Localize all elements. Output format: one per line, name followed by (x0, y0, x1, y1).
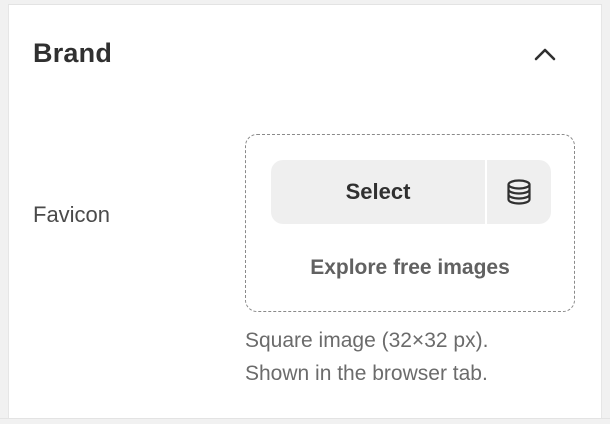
explore-free-images-link[interactable]: Explore free images (246, 256, 574, 280)
favicon-dropzone[interactable]: Select Explore free images (245, 134, 575, 312)
database-icon (507, 179, 531, 205)
section-title: Brand (33, 38, 113, 68)
bottom-divider (0, 418, 610, 424)
brand-settings-panel: Brand Favicon Select Explore free images… (8, 5, 602, 418)
help-text-line: Square image (32×32 px). (245, 329, 489, 352)
brand-section-header[interactable]: Brand (9, 5, 601, 105)
favicon-help-text: Square image (32×32 px). Shown in the br… (245, 324, 488, 390)
favicon-button-group: Select (271, 160, 551, 224)
select-button[interactable]: Select (271, 160, 485, 224)
media-library-button[interactable] (487, 160, 551, 224)
favicon-label: Favicon (33, 202, 111, 227)
chevron-up-icon[interactable] (532, 41, 558, 67)
help-text-line: Shown in the browser tab. (245, 362, 488, 385)
